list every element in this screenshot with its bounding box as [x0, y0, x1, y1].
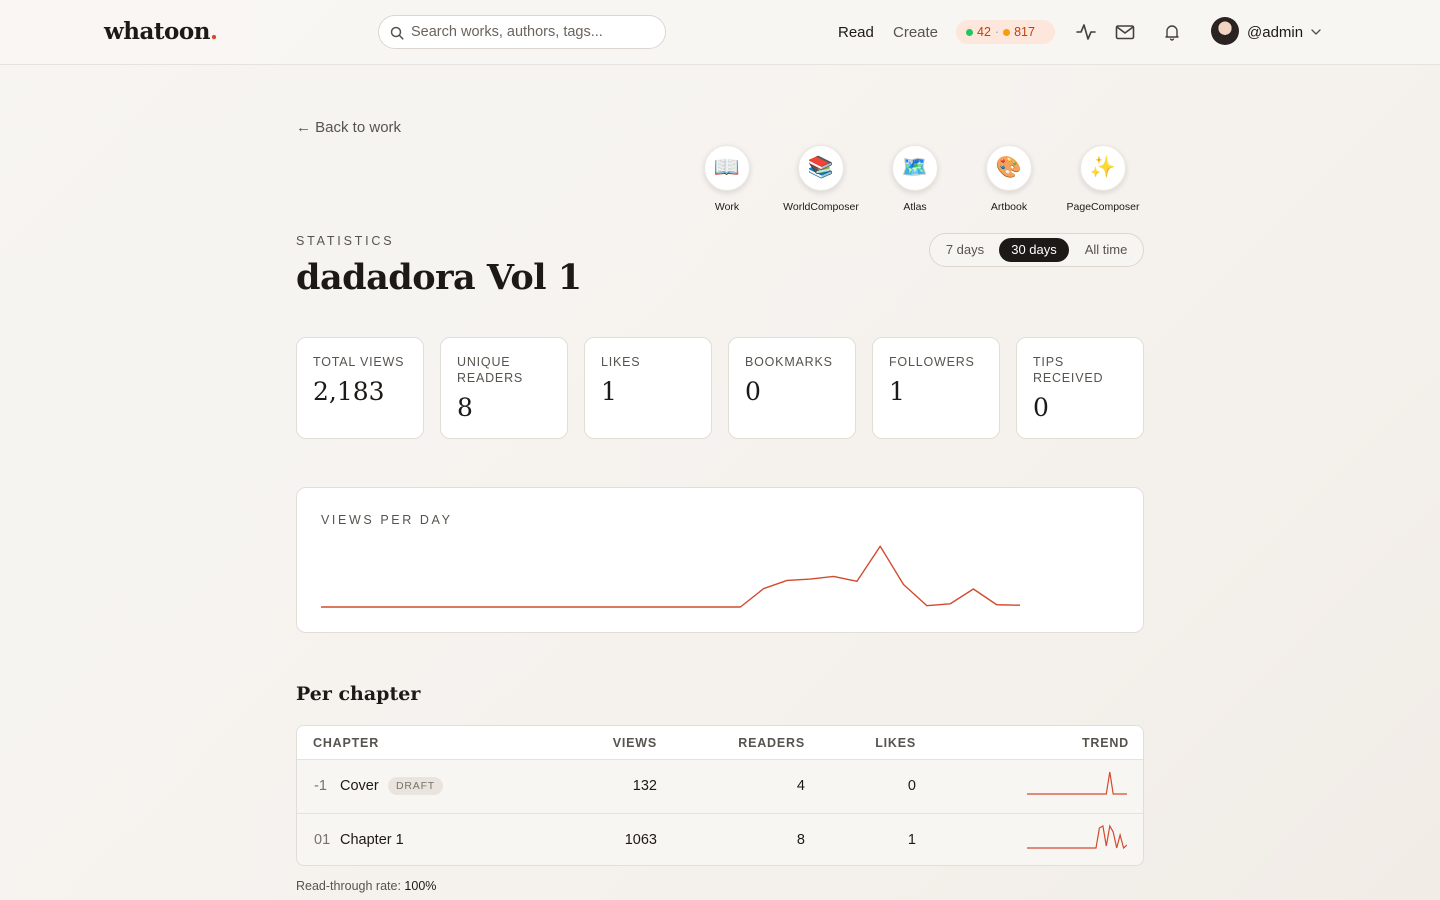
orange-count: 817: [1014, 25, 1035, 39]
app-atlas[interactable]: 🗺️ Atlas: [870, 145, 960, 213]
search-bar[interactable]: [378, 15, 666, 49]
chapter-number: -1: [314, 778, 327, 794]
stat-card-bookmarks: BOOKMARKS 0: [728, 337, 856, 439]
per-chapter-heading: Per chapter: [296, 683, 421, 705]
column-header-readers: READERS: [738, 736, 805, 750]
stat-label: BOOKMARKS: [745, 355, 833, 369]
app-worldcomposer[interactable]: 📚 WorldComposer: [776, 145, 866, 213]
chevron-down-icon[interactable]: [1310, 26, 1322, 38]
page-eyebrow: STATISTICS: [296, 234, 395, 248]
stat-label: FOLLOWERS: [889, 355, 975, 369]
stat-label: LIKES: [601, 355, 641, 369]
counter-separator: ·: [994, 25, 1000, 39]
username-label[interactable]: @admin: [1247, 24, 1303, 41]
stat-label: TIPS RECEIVED: [1033, 355, 1104, 385]
column-header-trend: TREND: [1081, 736, 1129, 750]
orange-dot-icon: [1003, 28, 1011, 36]
column-header-chapter: CHAPTER: [313, 736, 380, 750]
range-30-days[interactable]: 30 days: [999, 238, 1069, 262]
read-through-label: Read-through rate:: [296, 879, 401, 893]
app-artbook[interactable]: 🎨 Artbook: [964, 145, 1054, 213]
stat-card-total-views: TOTAL VIEWS 2,183: [296, 337, 424, 439]
book-icon: 📖: [704, 145, 750, 191]
green-count: 42: [977, 25, 991, 39]
read-through-value: 100%: [404, 879, 437, 893]
trend-sparkline: [1027, 824, 1127, 850]
chapter-readers: 4: [796, 778, 805, 794]
stat-value: 0: [1033, 393, 1049, 422]
table-row-cover[interactable]: -1 Cover DRAFT 132 4 0: [297, 759, 1143, 813]
column-header-views: VIEWS: [612, 736, 657, 750]
page-title: dadadora Vol 1: [296, 257, 582, 298]
date-range-toggle: 7 days 30 days All time: [929, 233, 1144, 267]
app-label: PageComposer: [1066, 201, 1140, 213]
panel-title: VIEWS PER DAY: [321, 513, 453, 527]
map-icon: 🗺️: [892, 145, 938, 191]
back-to-work-link[interactable]: ← Back to work: [296, 119, 401, 136]
mail-icon[interactable]: [1115, 22, 1135, 42]
chapter-likes: 1: [907, 832, 916, 848]
trend-sparkline: [1027, 771, 1127, 795]
views-per-day-panel: VIEWS PER DAY: [296, 487, 1144, 633]
chapter-table: CHAPTER VIEWS READERS LIKES TREND -1 Cov…: [296, 725, 1144, 866]
stat-card-followers: FOLLOWERS 1: [872, 337, 1000, 439]
table-header: CHAPTER VIEWS READERS LIKES TREND: [297, 726, 1143, 759]
stat-value: 0: [745, 377, 761, 406]
app-pagecomposer[interactable]: ✨ PageComposer: [1058, 145, 1148, 213]
avatar[interactable]: [1211, 17, 1239, 45]
sparkline-path: [1027, 771, 1127, 795]
stat-card-unique-readers: UNIQUE READERS 8: [440, 337, 568, 439]
chapter-title[interactable]: Cover: [340, 778, 379, 794]
top-navbar: whatoon. Read Create 42 · 817 @admin: [0, 0, 1440, 65]
stat-label: UNIQUE READERS: [457, 355, 524, 385]
chapter-readers: 8: [796, 832, 805, 848]
palette-icon: 🎨: [986, 145, 1032, 191]
stat-value: 8: [457, 393, 473, 422]
app-label: Artbook: [990, 201, 1028, 213]
read-through-rate: Read-through rate: 100%: [296, 879, 436, 893]
sparkles-icon: ✨: [1080, 145, 1126, 191]
stat-value: 2,183: [313, 377, 385, 406]
points-counter-badge[interactable]: 42 · 817: [956, 20, 1055, 44]
stat-value: 1: [601, 377, 617, 406]
sparkline-path: [1027, 824, 1127, 850]
draft-badge: DRAFT: [388, 777, 443, 795]
column-header-likes: LIKES: [875, 736, 916, 750]
app-label: Work: [714, 201, 740, 213]
nav-read-link[interactable]: Read: [838, 24, 874, 41]
activity-icon[interactable]: [1076, 22, 1096, 42]
stat-label: TOTAL VIEWS: [313, 355, 405, 369]
chapter-views: 132: [632, 778, 657, 794]
chapter-title[interactable]: Chapter 1: [340, 832, 404, 848]
logo[interactable]: whatoon.: [104, 18, 218, 45]
views-series-line: [321, 545, 1021, 608]
stat-card-likes: LIKES 1: [584, 337, 712, 439]
bell-icon[interactable]: [1162, 22, 1182, 42]
search-input[interactable]: [411, 16, 659, 48]
nav-create-link[interactable]: Create: [893, 24, 938, 41]
chapter-likes: 0: [907, 778, 916, 794]
range-7-days[interactable]: 7 days: [934, 238, 996, 262]
table-row-chapter-1[interactable]: 01 Chapter 1 1063 8 1: [297, 813, 1143, 865]
stat-value: 1: [889, 377, 905, 406]
search-icon: [390, 26, 404, 40]
range-all-time[interactable]: All time: [1073, 238, 1139, 262]
stat-card-tips-received: TIPS RECEIVED 0: [1016, 337, 1144, 439]
views-line-chart: [321, 545, 1021, 608]
chapter-views: 1063: [624, 832, 657, 848]
chapter-number: 01: [314, 832, 331, 848]
app-label: WorldComposer: [783, 201, 859, 213]
books-icon: 📚: [798, 145, 844, 191]
green-dot-icon: [966, 28, 973, 36]
app-label: Atlas: [903, 201, 927, 213]
app-work[interactable]: 📖 Work: [682, 145, 772, 213]
